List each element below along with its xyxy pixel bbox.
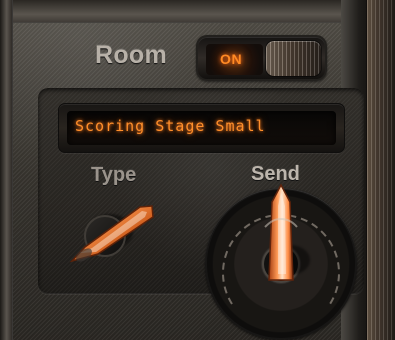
preset-display[interactable]: Scoring Stage Small xyxy=(58,103,345,153)
type-label: Type xyxy=(91,164,137,186)
preset-display-screen: Scoring Stage Small xyxy=(67,111,336,145)
top-edge xyxy=(0,0,395,23)
type-knob[interactable] xyxy=(61,193,163,273)
preset-name: Scoring Stage Small xyxy=(75,117,266,135)
rotary-knob-icon xyxy=(69,205,154,263)
room-label: Room xyxy=(95,41,168,69)
room-toggle-on-segment: ON xyxy=(206,44,263,75)
left-edge xyxy=(0,0,13,340)
send-label: Send xyxy=(251,163,300,185)
toggle-switch-icon xyxy=(266,41,321,76)
room-toggle-label: ON xyxy=(220,51,243,67)
room-reverb-panel: Room ON Scoring Stage Small Type Send xyxy=(0,0,395,340)
rotary-knob-icon xyxy=(264,183,298,281)
send-knob[interactable] xyxy=(255,182,307,284)
wood-side-panel xyxy=(366,0,395,340)
room-toggle[interactable]: ON xyxy=(196,35,327,81)
